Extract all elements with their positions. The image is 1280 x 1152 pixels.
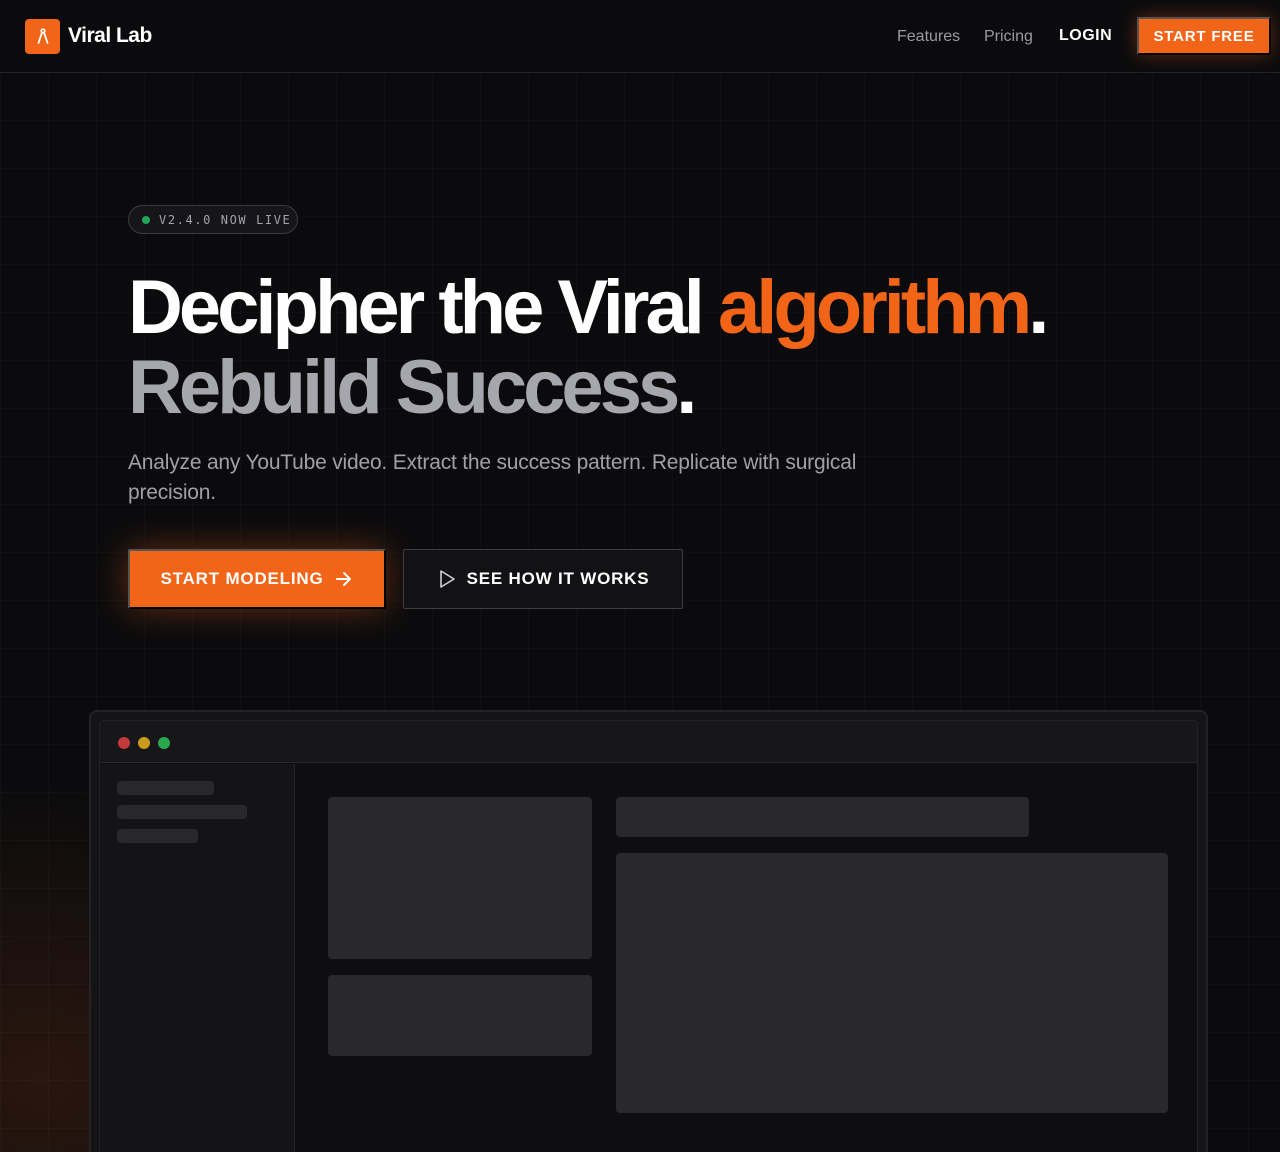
preview-sidebar [100,764,295,1152]
headline-line-2-main: Rebuild Success [128,345,680,430]
headline-line-1-dot: . [1028,265,1049,350]
arrow-right-icon [336,572,352,586]
brand-name[interactable]: Viral Lab [68,24,152,48]
app-preview-frame [99,720,1198,1152]
start-modeling-label: START MODELING [160,569,324,588]
play-icon [439,570,455,588]
headline-line-1: Decipher the Viral algorithm. [128,268,1228,348]
nav-link-pricing[interactable]: Pricing [984,28,1033,46]
start-free-button[interactable]: START FREE [1137,17,1271,55]
window-minimize-dot [138,737,150,749]
sidebar-skeleton-line [117,805,247,819]
headline-line-2-dot: . [676,345,697,430]
top-navbar: Viral Lab Features Pricing LOGIN START F… [0,0,1280,73]
start-modeling-button[interactable]: START MODELING [128,549,386,609]
headline-line-2: Rebuild Success. [128,348,1228,428]
version-badge-text: V2.4.0 NOW LIVE [159,212,292,227]
headline-accent-word: algorithm [717,265,1032,350]
preview-main-area [296,764,1197,1152]
brand-logo[interactable] [25,19,60,54]
window-maximize-dot [158,737,170,749]
version-badge: V2.4.0 NOW LIVE [128,205,298,234]
window-close-dot [118,737,130,749]
live-status-dot [142,215,150,224]
hero-subtitle: Analyze any YouTube video. Extract the s… [128,451,857,504]
sidebar-skeleton-line [117,781,214,795]
skeleton-header-bar [616,797,1029,837]
see-how-it-works-button[interactable]: SEE HOW IT WORKS [403,549,683,609]
headline-line-1-main: Decipher the Viral [128,265,718,350]
window-title-bar [100,721,1197,763]
nav-link-features[interactable]: Features [897,28,960,46]
skeleton-card [328,975,592,1056]
sidebar-skeleton-line [117,829,198,843]
see-how-it-works-label: SEE HOW IT WORKS [466,569,650,588]
compass-icon [37,27,48,44]
skeleton-content-panel [616,853,1168,1113]
app-preview-window [89,710,1208,1152]
skeleton-card [328,797,592,959]
login-link[interactable]: LOGIN [1059,27,1112,45]
